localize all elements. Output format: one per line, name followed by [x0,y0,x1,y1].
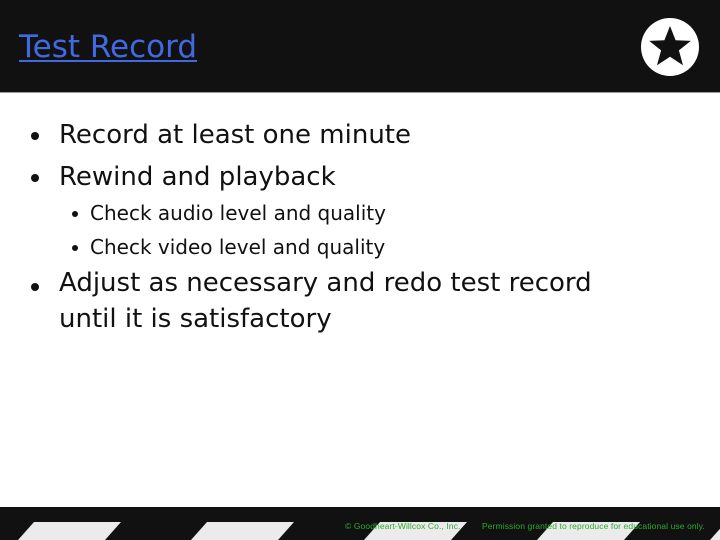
footer-stripe [18,522,121,540]
footer-stripe [191,522,294,540]
sub-bullet-item: Check audio level and quality [72,196,386,230]
bullet-item: Rewind and playback [31,156,336,198]
star-icon [641,18,699,76]
bullet-icon [72,211,78,217]
slide-title-link[interactable]: Test Record [19,28,197,66]
permission-text: Permission granted to reproduce for educ… [482,521,705,531]
copyright-text: © Goodheart-Willcox Co., Inc. [345,521,461,531]
footer-stripe [710,528,720,540]
bullet-text: Adjust as necessary and redo test record [59,268,592,298]
slide-header: Test Record [0,0,720,93]
bullet-item: Adjust as necessary and redo test record… [31,265,592,337]
bullet-text: Check video level and quality [90,235,386,259]
bullet-icon [31,283,39,291]
bullet-item: Record at least one minute [31,114,411,156]
bullet-icon [31,174,39,182]
bullet-text-continuation: until it is satisfactory [59,304,332,334]
sub-bullet-item: Check video level and quality [72,230,385,264]
bullet-icon [72,245,78,251]
bullet-text: Check audio level and quality [90,201,386,225]
bullet-text: Rewind and playback [59,162,336,192]
bullet-text: Record at least one minute [59,120,411,150]
bullet-icon [31,132,39,140]
